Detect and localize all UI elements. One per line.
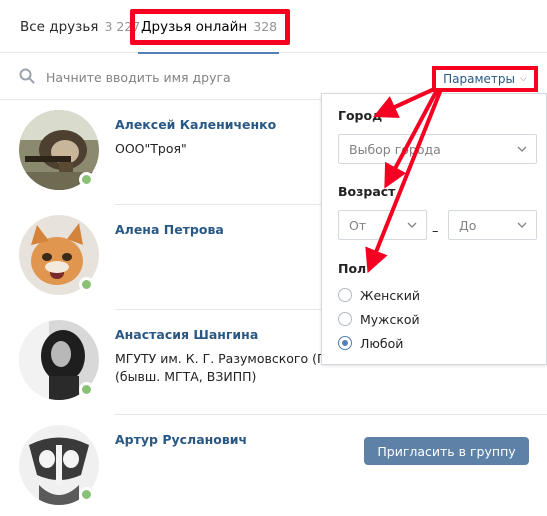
search-input[interactable] bbox=[46, 64, 406, 90]
search-icon bbox=[19, 68, 35, 84]
chevron-down-icon: ⌵ bbox=[520, 74, 527, 84]
sex-option-label: Мужской bbox=[360, 311, 420, 327]
friend-name[interactable]: Алексей Калениченко bbox=[115, 117, 276, 132]
online-indicator bbox=[79, 172, 94, 187]
age-range-separator: – bbox=[432, 224, 439, 239]
age-to-select[interactable]: До bbox=[448, 210, 537, 240]
sex-option-label: Женский bbox=[360, 287, 420, 303]
tab-highlight-box bbox=[130, 9, 290, 45]
radio-button[interactable] bbox=[338, 312, 352, 326]
chevron-down-icon bbox=[517, 146, 527, 152]
online-indicator bbox=[79, 382, 94, 397]
friend-name[interactable]: Артур Русланович bbox=[115, 432, 247, 447]
friend-subtitle-line1: МГУТУ им. К. Г. Разумовского (ПК bbox=[115, 351, 336, 366]
online-indicator bbox=[79, 487, 94, 502]
sex-option-female[interactable]: Женский bbox=[338, 286, 420, 304]
city-label: Город bbox=[338, 108, 383, 123]
friend-subtitle-line2: (бывш. МГТА, ВЗИПП) bbox=[115, 369, 257, 384]
sex-option-any[interactable]: Любой bbox=[338, 334, 403, 352]
friend-subtitle: ООО"Троя" bbox=[115, 141, 187, 156]
chevron-down-icon bbox=[407, 222, 417, 228]
parameters-button[interactable]: Параметры ⌵ bbox=[432, 66, 538, 92]
tab-all-label: Все друзья bbox=[20, 18, 99, 35]
age-from-value: От bbox=[349, 217, 367, 233]
radio-button[interactable] bbox=[338, 288, 352, 302]
radio-button-checked[interactable] bbox=[338, 336, 352, 350]
city-select[interactable]: Выбор города bbox=[338, 134, 537, 164]
online-indicator bbox=[79, 277, 94, 292]
chevron-down-icon bbox=[517, 222, 527, 228]
invite-to-group-button[interactable]: Пригласить в группу bbox=[364, 437, 529, 465]
friend-name[interactable]: Алена Петрова bbox=[115, 222, 224, 237]
sex-label: Пол bbox=[338, 261, 367, 276]
tab-all-friends[interactable]: Все друзья 3 227 bbox=[20, 0, 140, 53]
friend-name[interactable]: Анастасия Шангина bbox=[115, 327, 258, 342]
sex-option-male[interactable]: Мужской bbox=[338, 310, 420, 328]
age-label: Возраст bbox=[338, 184, 396, 199]
age-to-value: До bbox=[459, 217, 477, 233]
age-from-select[interactable]: От bbox=[338, 210, 427, 240]
sex-option-label: Любой bbox=[360, 335, 404, 351]
city-select-value: Выбор города bbox=[349, 141, 441, 157]
friend-subtitle: МГУТУ им. К. Г. Разумовского (ПК (бывш. … bbox=[115, 350, 335, 386]
filter-panel: Город Выбор города Возраст От – До Пол Ж… bbox=[321, 93, 547, 365]
friend-row: Артур Русланович bbox=[0, 415, 547, 516]
parameters-label: Параметры bbox=[443, 72, 516, 86]
